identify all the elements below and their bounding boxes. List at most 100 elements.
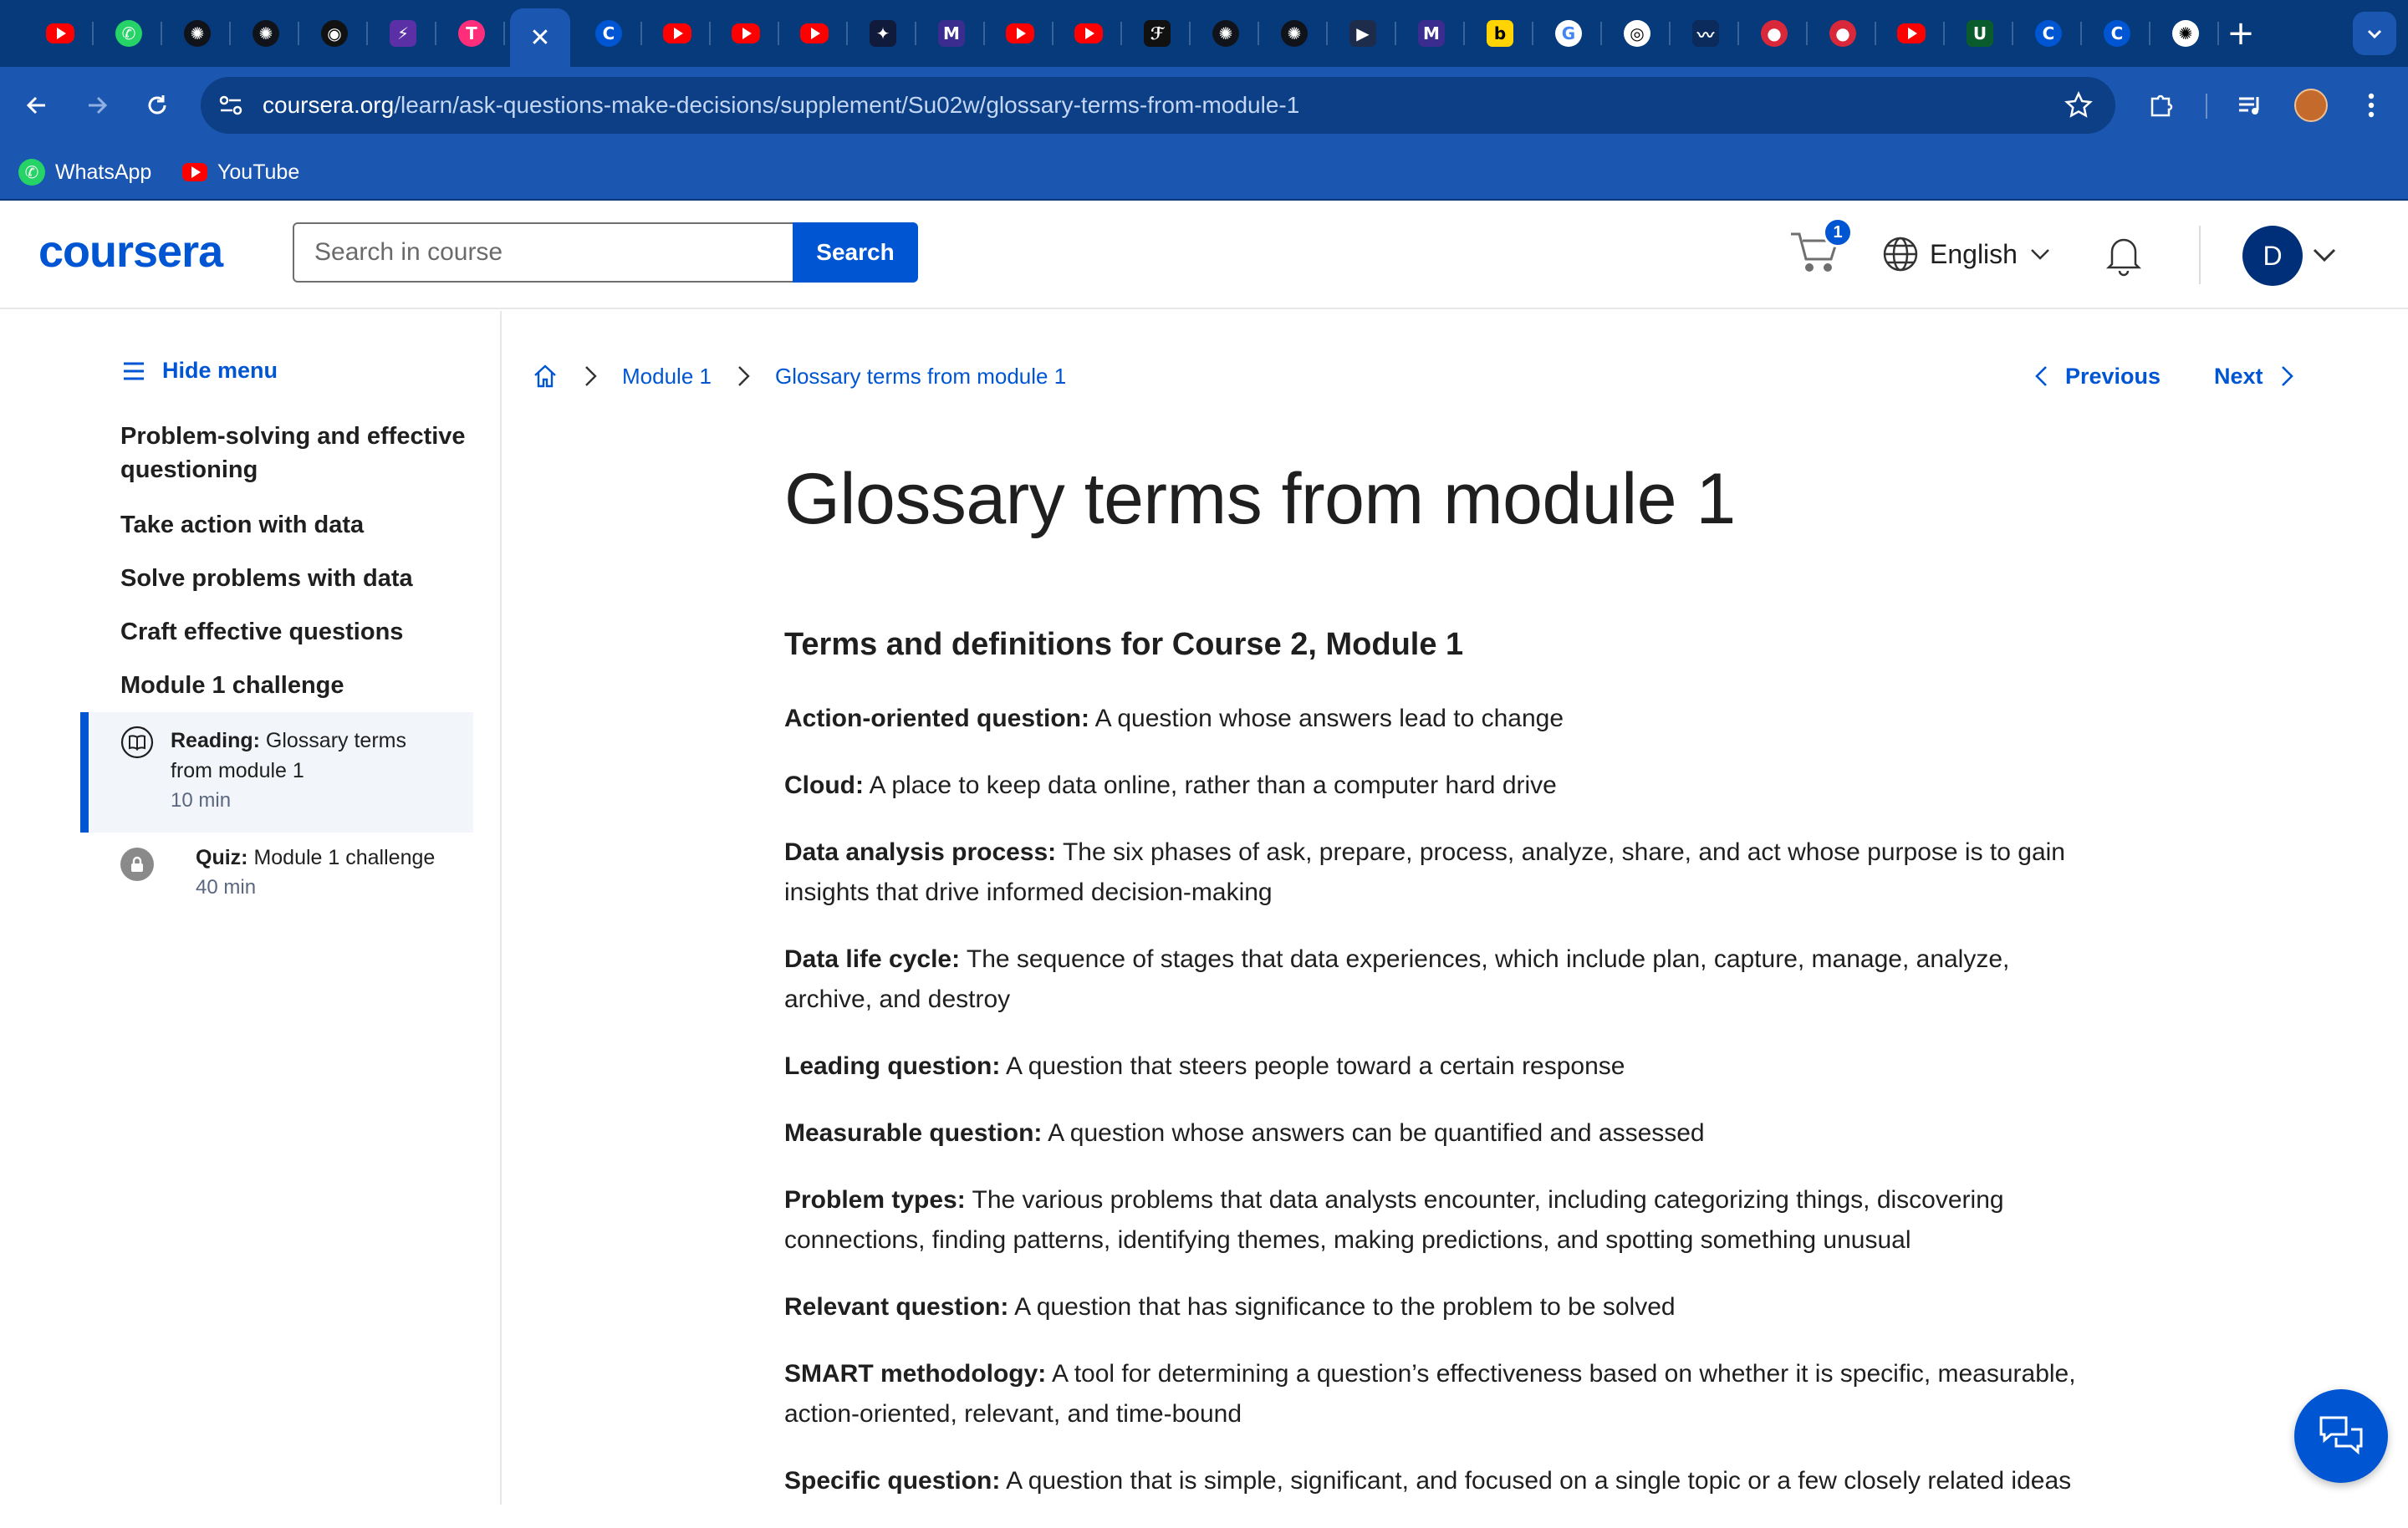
breadcrumb-module[interactable]: Module 1	[622, 364, 712, 390]
browser-tab[interactable]: 〰	[1684, 12, 1739, 55]
term-name: Measurable question:	[784, 1119, 1043, 1147]
browser-tab[interactable]	[38, 12, 94, 55]
browser-tab[interactable]: ✺	[1273, 12, 1328, 55]
browser-tab[interactable]	[793, 12, 848, 55]
browser-tab[interactable]: ⚡	[381, 12, 436, 55]
header-divider	[2199, 226, 2201, 284]
browser-tab[interactable]: ●	[1821, 12, 1876, 55]
browser-tab[interactable]	[656, 12, 711, 55]
user-avatar[interactable]: D	[2242, 226, 2303, 286]
bookmark-label: YouTube	[217, 160, 300, 184]
google-icon: G	[1555, 20, 1582, 47]
tab-separator	[1532, 22, 1533, 45]
forward-button[interactable]	[77, 85, 117, 125]
search-button[interactable]: Search	[793, 222, 918, 283]
tab-search-button[interactable]	[2353, 12, 2396, 55]
language-selector[interactable]: English	[1881, 229, 2053, 279]
hide-menu-button[interactable]: Hide menu	[122, 358, 278, 384]
browser-tab[interactable]: ✺	[1204, 12, 1259, 55]
lesson-link[interactable]: Take action with data	[120, 508, 472, 542]
browser-tab[interactable]: ✆	[107, 12, 162, 55]
sidebar-item-reading-active[interactable]: Reading: Glossary terms from module 1 10…	[80, 712, 473, 833]
browser-tab[interactable]: b	[1478, 12, 1533, 55]
browser-tab[interactable]: C	[2027, 12, 2082, 55]
bookmark-whatsapp[interactable]: ✆ WhatsApp	[18, 144, 151, 201]
bookmark-label: WhatsApp	[55, 160, 152, 184]
extensions-button[interactable]	[2140, 85, 2181, 125]
target-icon: ◎	[1624, 20, 1650, 47]
chevron-right-icon	[738, 366, 750, 386]
browser-tab[interactable]: ℱ	[1135, 12, 1191, 55]
back-button[interactable]	[17, 85, 57, 125]
chatgpt-icon: ✺	[2172, 20, 2199, 47]
browser-tab[interactable]: U	[1958, 12, 2013, 55]
close-tab-icon[interactable]: ✕	[529, 23, 550, 53]
bookmark-star-icon[interactable]	[2064, 90, 2094, 120]
browser-tab[interactable]: ◎	[1615, 12, 1671, 55]
browser-tab[interactable]: C	[2095, 12, 2150, 55]
breadcrumb-current[interactable]: Glossary terms from module 1	[775, 364, 1066, 390]
chevron-down-icon[interactable]	[2309, 239, 2339, 269]
browser-tab[interactable]: ▶	[1341, 12, 1396, 55]
browser-tab[interactable]: ✺	[176, 12, 231, 55]
browser-tab[interactable]	[998, 12, 1054, 55]
chat-support-button[interactable]	[2294, 1389, 2388, 1483]
browser-tab[interactable]: ●	[1752, 12, 1808, 55]
item-type: Quiz:	[196, 846, 248, 869]
my-unt-icon: U	[1967, 20, 1993, 47]
site-header: coursera Search 1 English D	[0, 201, 2408, 309]
browser-tab[interactable]: C	[587, 12, 642, 55]
url-path: /learn/ask-questions-make-decisions/supp…	[394, 92, 1300, 118]
page-title: Glossary terms from module 1	[784, 459, 1736, 539]
media-control-button[interactable]	[2231, 85, 2271, 125]
toolbar-divider	[2206, 94, 2207, 119]
youtube-icon	[1074, 23, 1103, 43]
term-name: Data life cycle:	[784, 945, 961, 973]
browser-tab[interactable]: ◉	[313, 12, 368, 55]
term-definition: A question that is simple, significant, …	[1006, 1467, 2072, 1495]
lesson-link[interactable]: Problem-solving and effective questionin…	[120, 420, 472, 486]
lesson-link[interactable]: Craft effective questions	[120, 615, 472, 649]
browser-tab[interactable]: ✦	[861, 12, 916, 55]
new-tab-button[interactable]: +	[2219, 12, 2263, 55]
browser-tab[interactable]	[1890, 12, 1945, 55]
tab-separator	[435, 22, 436, 45]
browser-tab[interactable]: M	[1410, 12, 1465, 55]
reload-button[interactable]	[137, 85, 177, 125]
next-button[interactable]: Next	[2214, 359, 2297, 393]
item-duration: 40 min	[196, 876, 257, 899]
notification-bell-icon[interactable]	[2100, 231, 2147, 278]
browser-tab[interactable]: ✺	[2164, 12, 2219, 55]
browser-tab[interactable]: ✺	[244, 12, 299, 55]
kebab-menu-icon	[2368, 93, 2375, 118]
lesson-link[interactable]: Module 1 challenge	[120, 669, 472, 702]
browser-tab[interactable]	[1067, 12, 1122, 55]
coursera-logo[interactable]: coursera	[38, 226, 223, 278]
next-label: Next	[2214, 363, 2263, 389]
browser-menu-button[interactable]	[2351, 85, 2391, 125]
lesson-link[interactable]: Solve problems with data	[120, 562, 472, 595]
active-tab[interactable]: ✕	[510, 8, 570, 67]
sidebar-item-quiz[interactable]: Quiz: Module 1 challenge 40 min	[120, 843, 435, 899]
tab-separator	[161, 22, 162, 45]
tab-separator	[1326, 22, 1328, 45]
profile-button[interactable]	[2291, 85, 2331, 125]
browser-tab[interactable]	[724, 12, 779, 55]
glossary-term: Measurable question: A question whose an…	[784, 1113, 2089, 1154]
home-icon[interactable]	[532, 363, 559, 390]
space-icon: ✦	[870, 20, 896, 47]
tab-separator	[92, 22, 94, 45]
tab-separator	[983, 22, 985, 45]
bookmark-youtube[interactable]: YouTube	[182, 144, 299, 201]
browser-tab[interactable]: G	[1547, 12, 1602, 55]
chat-bubbles-icon	[2319, 1416, 2363, 1455]
glossary-term: Data life cycle: The sequence of stages …	[784, 940, 2089, 1020]
search-input[interactable]	[293, 222, 794, 283]
section-heading: Terms and definitions for Course 2, Modu…	[784, 627, 1464, 662]
address-bar[interactable]: coursera.org/learn/ask-questions-make-de…	[201, 77, 2115, 134]
tab-separator	[709, 22, 711, 45]
browser-tab[interactable]: T	[450, 12, 505, 55]
previous-button[interactable]: Previous	[2032, 359, 2161, 393]
puzzle-icon	[2150, 94, 2173, 117]
browser-tab[interactable]: M	[930, 12, 985, 55]
